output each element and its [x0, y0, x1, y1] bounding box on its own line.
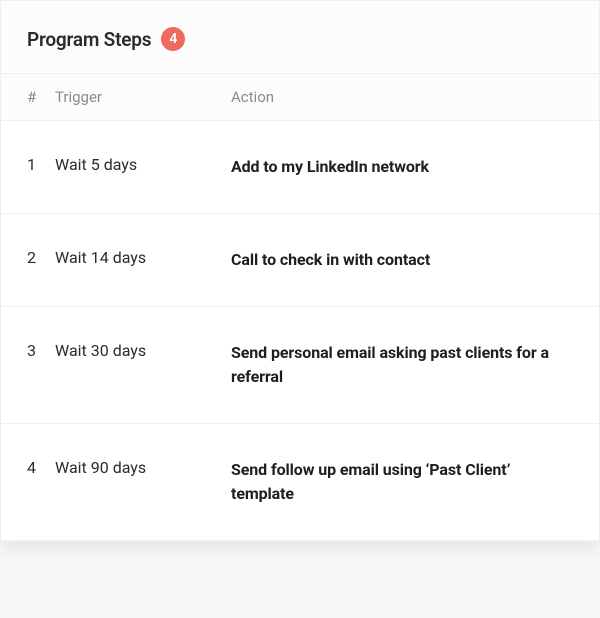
- table-row: 3 Wait 30 days Send personal email askin…: [1, 307, 599, 424]
- cell-action: Send follow up email using ‘Past Client’…: [221, 424, 599, 541]
- card-header: Program Steps 4: [1, 1, 599, 73]
- card-title-row: Program Steps 4: [27, 27, 573, 51]
- table-row: 1 Wait 5 days Add to my LinkedIn network: [1, 121, 599, 214]
- col-header-trigger: Trigger: [45, 74, 221, 121]
- cell-trigger: Wait 5 days: [45, 121, 221, 214]
- cell-action: Add to my LinkedIn network: [221, 121, 599, 214]
- table-header-row: # Trigger Action: [1, 74, 599, 121]
- program-steps-card: Program Steps 4 # Trigger Action 1 Wait …: [0, 0, 600, 542]
- col-header-number: #: [1, 74, 45, 121]
- step-count-badge: 4: [161, 27, 185, 51]
- card-title: Program Steps: [27, 28, 151, 51]
- cell-number: 4: [1, 424, 45, 541]
- cell-trigger: Wait 90 days: [45, 424, 221, 541]
- cell-number: 3: [1, 307, 45, 424]
- cell-action: Call to check in with contact: [221, 214, 599, 307]
- cell-number: 2: [1, 214, 45, 307]
- cell-trigger: Wait 30 days: [45, 307, 221, 424]
- cell-action: Send personal email asking past clients …: [221, 307, 599, 424]
- cell-trigger: Wait 14 days: [45, 214, 221, 307]
- table-row: 2 Wait 14 days Call to check in with con…: [1, 214, 599, 307]
- col-header-action: Action: [221, 74, 599, 121]
- steps-table: # Trigger Action 1 Wait 5 days Add to my…: [1, 73, 599, 541]
- table-row: 4 Wait 90 days Send follow up email usin…: [1, 424, 599, 541]
- cell-number: 1: [1, 121, 45, 214]
